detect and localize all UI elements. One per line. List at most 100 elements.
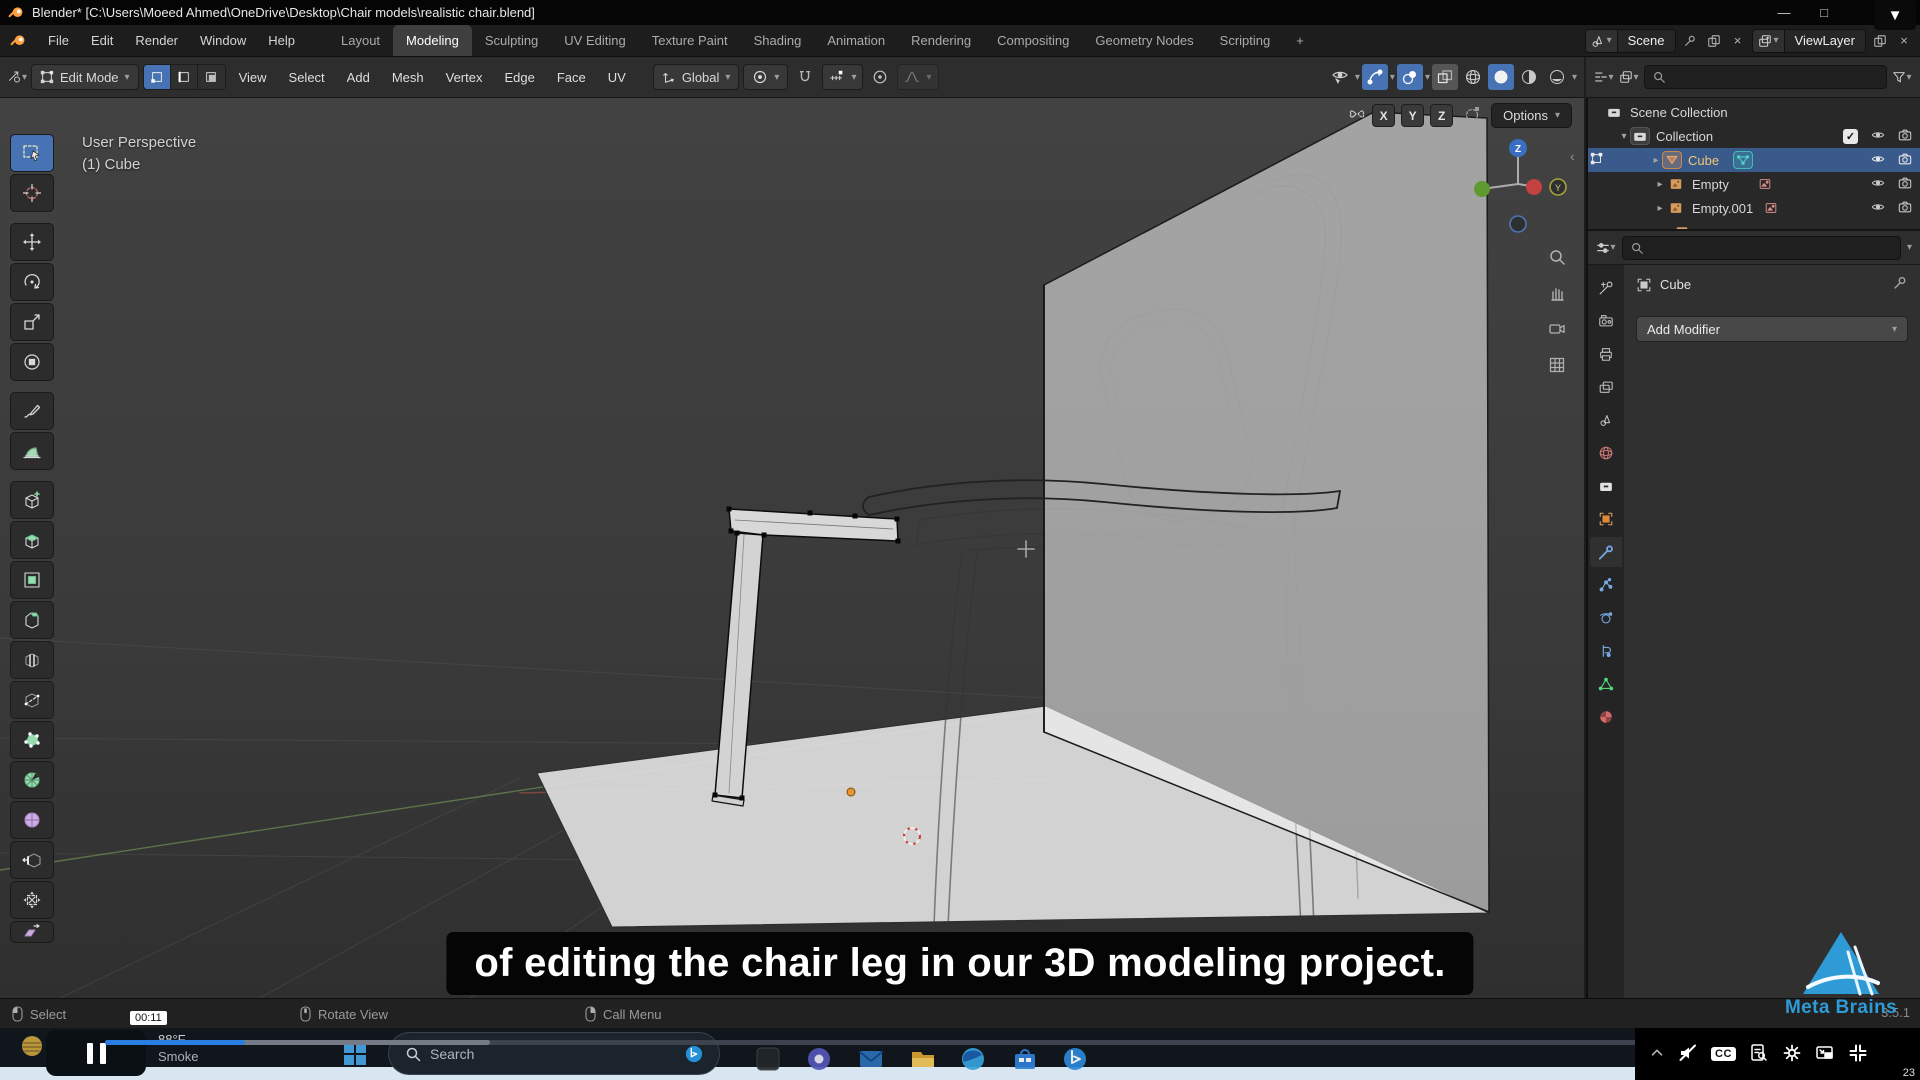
scene-selector[interactable]: ▾ Scene <box>1584 28 1676 53</box>
closed-captions-button[interactable]: CC <box>1711 1047 1736 1061</box>
exit-fullscreen-icon[interactable] <box>1848 1043 1868 1066</box>
workspace-tab-shading[interactable]: Shading <box>741 25 815 56</box>
tab-scene[interactable] <box>1590 405 1622 435</box>
tab-render[interactable] <box>1590 306 1622 336</box>
tab-world[interactable] <box>1590 438 1622 468</box>
expander-icon[interactable]: ▾ <box>1618 131 1630 142</box>
workspace-add-tab-button[interactable]: + <box>1283 25 1317 56</box>
tool-annotate[interactable] <box>10 392 54 430</box>
expander-icon[interactable]: ▸ <box>1650 155 1662 166</box>
pin-icon[interactable] <box>1680 29 1700 53</box>
hide-eye-icon[interactable] <box>1871 128 1885 145</box>
checkbox-icon[interactable]: ✓ <box>1843 128 1858 144</box>
store-icon[interactable] <box>1012 1046 1038 1072</box>
menu-window[interactable]: Window <box>189 25 257 56</box>
tab-object[interactable] <box>1590 504 1622 534</box>
tab-collection-props[interactable] <box>1590 471 1622 501</box>
edge-icon[interactable] <box>960 1046 986 1072</box>
hide-eye-icon[interactable] <box>1871 152 1885 169</box>
minimize-button[interactable]: — <box>1764 0 1804 25</box>
file-explorer-icon[interactable] <box>910 1046 936 1072</box>
add-modifier-button[interactable]: Add Modifier ▾ <box>1636 316 1908 342</box>
outliner-row-empty[interactable]: ▸ Empty <box>1588 172 1920 196</box>
hide-eye-icon[interactable] <box>1871 200 1885 217</box>
view-layer-selector[interactable]: ▾ ViewLayer <box>1751 28 1866 53</box>
editor-type-icon[interactable]: ▾ <box>7 65 27 89</box>
outliner-filter-icon[interactable]: ▾ <box>1892 65 1912 89</box>
show-object-types-icon[interactable] <box>1327 64 1353 90</box>
download-overlay-button[interactable]: ▼ <box>1874 0 1916 30</box>
menu-mesh[interactable]: Mesh <box>383 70 433 85</box>
render-visibility-icon[interactable] <box>1898 152 1912 169</box>
snap-dashed-circle-icon[interactable] <box>1463 105 1481 126</box>
tool-bevel[interactable] <box>10 601 54 639</box>
tool-transform[interactable] <box>10 343 54 381</box>
outliner-search-input[interactable] <box>1644 65 1887 89</box>
menu-render[interactable]: Render <box>124 25 189 56</box>
outliner-filter-id-icon[interactable]: ▾ <box>1619 65 1639 89</box>
tool-rotate[interactable] <box>10 263 54 301</box>
tab-tool[interactable] <box>1590 273 1622 303</box>
close-scene-icon[interactable]: × <box>1728 29 1748 53</box>
scene-name[interactable]: Scene <box>1618 33 1675 48</box>
workspace-tab-compositing[interactable]: Compositing <box>984 25 1082 56</box>
outliner-row-scene-collection[interactable]: Scene Collection <box>1588 100 1920 124</box>
pan-hand-icon[interactable] <box>1548 284 1566 305</box>
tool-add-cube[interactable] <box>10 481 54 519</box>
tab-output[interactable] <box>1590 339 1622 369</box>
shading-material-button[interactable] <box>1516 64 1542 90</box>
app-icon-2[interactable] <box>806 1046 832 1072</box>
menu-file[interactable]: File <box>37 25 80 56</box>
mute-icon[interactable] <box>1678 1043 1698 1066</box>
mode-selector[interactable]: Edit Mode ▾ <box>31 64 139 90</box>
face-select-mode-button[interactable] <box>197 65 225 89</box>
workspace-tab-uv-editing[interactable]: UV Editing <box>551 25 638 56</box>
tool-measure[interactable] <box>10 432 54 470</box>
render-visibility-icon[interactable] <box>1898 176 1912 193</box>
tool-spin[interactable] <box>10 761 54 799</box>
vertex-select-mode-button[interactable] <box>143 65 171 89</box>
options-button[interactable]: Options ▾ <box>1491 103 1572 128</box>
app-icon-1[interactable] <box>755 1046 781 1072</box>
outliner-row-collection[interactable]: ▾ Collection ✓ <box>1588 124 1920 148</box>
menu-uv[interactable]: UV <box>599 70 635 85</box>
ortho-toggle-icon[interactable] <box>1548 356 1566 377</box>
menu-add[interactable]: Add <box>338 70 379 85</box>
mirror-z-button[interactable]: Z <box>1430 104 1454 127</box>
windows-start-button[interactable] <box>344 1043 366 1065</box>
scene-icon[interactable]: ▾ <box>1585 29 1618 52</box>
shading-rendered-button[interactable] <box>1544 64 1570 90</box>
viewport-3d[interactable]: User Perspective (1) Cube X Y Z Options ▾… <box>0 98 1584 998</box>
tool-inset-faces[interactable] <box>10 561 54 599</box>
proportional-editing-toggle[interactable] <box>867 64 893 90</box>
transform-orientation-selector[interactable]: Global ▾ <box>652 64 740 90</box>
menu-edit[interactable]: Edit <box>80 25 124 56</box>
tool-shear[interactable] <box>10 921 54 943</box>
tool-cursor[interactable] <box>10 174 54 212</box>
menu-view[interactable]: View <box>230 70 276 85</box>
pause-button[interactable] <box>46 1030 146 1076</box>
tab-object-data[interactable] <box>1590 669 1622 699</box>
taskbar-search[interactable]: Search <box>388 1032 720 1075</box>
hide-eye-icon[interactable] <box>1871 176 1885 193</box>
workspace-tab-animation[interactable]: Animation <box>814 25 898 56</box>
remove-view-layer-icon[interactable]: × <box>1894 29 1914 53</box>
new-scene-icon[interactable] <box>1704 29 1724 53</box>
pin-icon[interactable] <box>1892 275 1908 294</box>
tray-chevron-up-icon[interactable] <box>1649 1045 1665 1064</box>
miniplayer-icon[interactable] <box>1815 1043 1835 1066</box>
snap-settings[interactable]: ▾ <box>822 64 864 90</box>
workspace-tab-sculpting[interactable]: Sculpting <box>472 25 551 56</box>
tab-particles[interactable] <box>1590 570 1622 600</box>
tool-move[interactable] <box>10 223 54 261</box>
navigation-gizmo[interactable]: Z Y <box>1466 136 1576 244</box>
snap-toggle[interactable] <box>792 64 818 90</box>
tool-scale[interactable] <box>10 303 54 341</box>
properties-editor-icon[interactable]: ▾ <box>1596 236 1616 260</box>
blender-menu-icon[interactable] <box>0 25 37 56</box>
outliner-row-empty-001[interactable]: ▸ Empty.001 <box>1588 196 1920 220</box>
camera-view-icon[interactable] <box>1548 320 1566 341</box>
render-visibility-icon[interactable] <box>1898 128 1912 145</box>
tool-extrude-region[interactable] <box>10 521 54 559</box>
view-layer-name[interactable]: ViewLayer <box>1785 33 1865 48</box>
